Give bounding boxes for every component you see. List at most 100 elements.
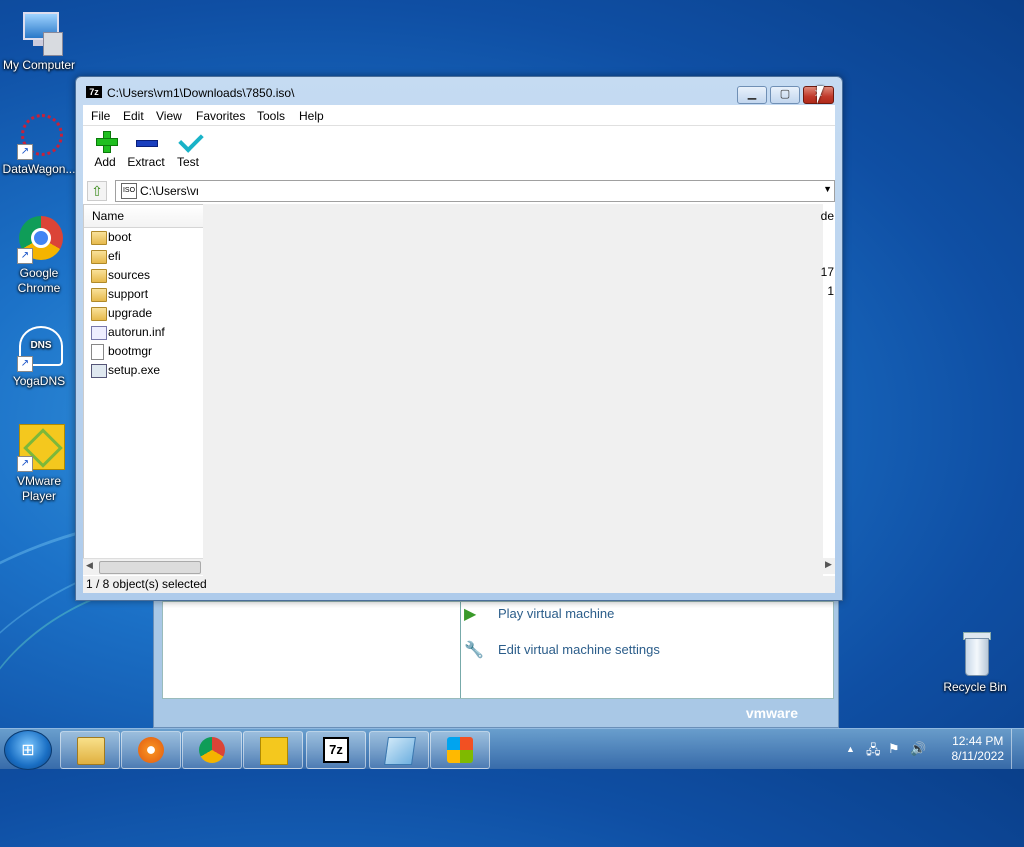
folder-icon xyxy=(91,307,107,321)
menu-file[interactable]: File xyxy=(91,109,110,123)
taskbar-windows-flag[interactable] xyxy=(430,731,490,769)
taskbar-explorer[interactable] xyxy=(60,731,120,769)
shortcut-arrow-icon: ↗ xyxy=(17,248,33,264)
minus-icon xyxy=(136,140,158,147)
desktop-icon-recycle-bin[interactable]: Recycle Bin xyxy=(936,630,1014,695)
window-title: C:\Users\vm1\Downloads\7850.iso\ xyxy=(107,86,295,100)
list-item[interactable]: efi xyxy=(84,247,204,266)
folder-icon xyxy=(91,231,107,245)
desktop-icon-label: VMware Player xyxy=(16,474,61,503)
taskbar-notepad[interactable] xyxy=(369,731,429,769)
vmware-logo: vmware xyxy=(745,705,798,721)
file-list-right-edge: de 17 1 xyxy=(820,204,835,558)
minimize-icon: ▁ xyxy=(747,88,757,100)
chevron-down-icon[interactable]: ▼ xyxy=(823,184,832,194)
system-tray: ▲ 🖧 ⚑ 🔊 12:44 PM 8/11/2022 xyxy=(824,729,1024,769)
address-text: C:\Users\vm1\Downloads\7850.iso\ xyxy=(140,184,198,198)
address-combobox[interactable]: ISO C:\Users\vm1\Downloads\7850.iso\ ▼ xyxy=(115,180,835,202)
clock-date: 8/11/2022 xyxy=(951,749,1005,763)
window-client-area: File Edit View Favorites Tools Help Add … xyxy=(83,105,835,593)
maximize-button[interactable]: ▢ xyxy=(770,86,800,104)
taskbar: ⊞ 7z ▲ 🖧 ⚑ 🔊 12:44 PM 8/11/2022 xyxy=(0,728,1024,770)
desktop-icon-google-chrome[interactable]: ↗ Google Chrome xyxy=(0,216,78,296)
scroll-right-button[interactable]: ▶ xyxy=(823,558,835,574)
explorer-icon xyxy=(77,737,105,765)
windows-logo-icon: ⊞ xyxy=(21,742,35,759)
play-vm-link[interactable]: ▶ Play virtual machine xyxy=(464,606,614,623)
desktop-icon-label: Recycle Bin xyxy=(943,680,1007,694)
up-arrow-icon: ⇧ xyxy=(91,183,103,199)
menu-tools[interactable]: Tools xyxy=(257,109,285,123)
edit-vm-settings-link[interactable]: 🔧 Edit virtual machine settings xyxy=(464,642,660,659)
mouse-cursor-icon xyxy=(817,86,824,104)
computer-icon xyxy=(15,8,63,56)
column-header-partial: de xyxy=(820,209,834,223)
desktop-icon-yogadns[interactable]: DNS ↗ YogaDNS xyxy=(0,324,78,389)
datawagon-icon: ↗ xyxy=(15,112,63,160)
add-button[interactable]: Add xyxy=(83,131,127,169)
title-bar[interactable]: 7z C:\Users\vm1\Downloads\7850.iso\ ▁ ▢ … xyxy=(76,77,842,105)
scroll-left-icon[interactable]: ◀ xyxy=(86,560,93,571)
list-item[interactable]: bootmgr xyxy=(84,342,204,361)
vmware-icon: ↗ xyxy=(15,424,65,472)
taskbar-7zip[interactable]: 7z xyxy=(306,731,366,769)
chrome-icon: ↗ xyxy=(15,216,63,264)
horizontal-scrollbar[interactable]: ◀ xyxy=(83,558,203,575)
status-bar: 1 / 8 object(s) selected xyxy=(83,576,835,593)
folder-icon xyxy=(91,250,107,264)
unpainted-region xyxy=(203,204,823,592)
chrome-icon xyxy=(199,737,225,763)
scrollbar-thumb[interactable] xyxy=(99,561,201,574)
play-icon: ▶ xyxy=(464,606,477,623)
address-bar: ⇧ ISO C:\Users\vm1\Downloads\7850.iso\ ▼ xyxy=(83,178,835,202)
desktop-icon-my-computer[interactable]: My Computer xyxy=(0,8,78,73)
volume-icon[interactable]: 🔊 xyxy=(910,741,926,757)
clock[interactable]: 12:44 PM 8/11/2022 xyxy=(952,734,1005,764)
extract-button[interactable]: Extract xyxy=(124,131,168,169)
taskbar-chrome[interactable] xyxy=(182,731,242,769)
desktop-icon-datawagon[interactable]: ↗ DataWagon... xyxy=(0,112,78,177)
action-center-flag-icon[interactable]: ⚑ xyxy=(888,741,900,757)
list-item[interactable]: support xyxy=(84,285,204,304)
minimize-button[interactable]: ▁ xyxy=(737,86,767,104)
list-item[interactable]: sources xyxy=(84,266,204,285)
desktop-icon-vmware-player[interactable]: ↗ VMware Player xyxy=(0,424,78,504)
list-item[interactable]: upgrade xyxy=(84,304,204,323)
list-item[interactable]: boot xyxy=(84,228,204,247)
taskbar-media-player[interactable] xyxy=(121,731,181,769)
menu-help[interactable]: Help xyxy=(299,109,324,123)
vmware-content-panel: ▶ Play virtual machine 🔧 Edit virtual ma… xyxy=(162,601,834,699)
clock-time: 12:44 PM xyxy=(952,734,1004,748)
menu-view[interactable]: View xyxy=(156,109,182,123)
column-header-name[interactable]: Name xyxy=(84,205,204,228)
menu-edit[interactable]: Edit xyxy=(123,109,144,123)
up-folder-button[interactable]: ⇧ xyxy=(87,181,107,201)
plus-icon xyxy=(96,131,118,153)
list-item[interactable]: setup.exe xyxy=(84,361,204,380)
shortcut-arrow-icon: ↗ xyxy=(17,356,33,372)
test-button[interactable]: Test xyxy=(166,127,210,169)
toolbar: Add Extract Test xyxy=(83,126,835,176)
show-hidden-icons-icon[interactable]: ▲ xyxy=(846,744,855,754)
list-item[interactable]: autorun.inf xyxy=(84,323,204,342)
sevenzip-window: 7z C:\Users\vm1\Downloads\7850.iso\ ▁ ▢ … xyxy=(75,76,843,601)
cell-partial: 1 xyxy=(827,284,834,298)
media-player-icon xyxy=(138,737,164,763)
network-icon[interactable]: 🖧 xyxy=(866,741,881,763)
desktop-icon-label: DataWagon... xyxy=(2,162,76,176)
show-desktop-button[interactable] xyxy=(1011,729,1024,769)
maximize-icon: ▢ xyxy=(779,88,791,100)
menu-favorites[interactable]: Favorites xyxy=(196,109,245,123)
start-button[interactable]: ⊞ xyxy=(4,730,52,770)
desktop-icon-label: Google Chrome xyxy=(17,266,61,295)
menu-bar: File Edit View Favorites Tools Help xyxy=(83,105,835,126)
notepad-icon xyxy=(384,737,416,765)
shortcut-arrow-icon: ↗ xyxy=(17,144,33,160)
taskbar-vmware[interactable] xyxy=(243,731,303,769)
exe-file-icon xyxy=(91,364,107,378)
recycle-bin-icon xyxy=(951,630,999,678)
iso-icon: ISO xyxy=(121,183,137,199)
sevenzip-app-icon: 7z xyxy=(86,86,102,98)
desktop-icon-label: YogaDNS xyxy=(12,374,66,388)
shortcut-arrow-icon: ↗ xyxy=(17,456,33,472)
